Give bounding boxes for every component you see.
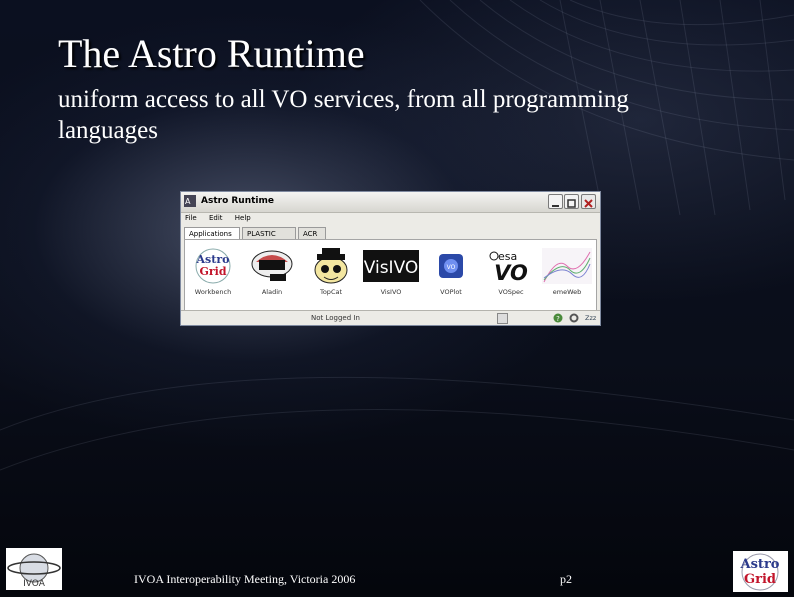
svg-text:IVOA: IVOA	[23, 579, 46, 589]
visivo-icon: VisIVO	[363, 246, 419, 286]
menu-file[interactable]: File	[185, 214, 197, 222]
app-topcat[interactable]: TopCat	[306, 246, 356, 296]
slide-subtitle: uniform access to all VO services, from …	[58, 86, 629, 144]
svg-text:Grid: Grid	[744, 572, 776, 587]
window-titlebar[interactable]: A Astro Runtime	[181, 192, 600, 213]
app-vospec[interactable]: esa VO VOSpec	[486, 246, 536, 296]
settings-icon[interactable]	[569, 313, 579, 323]
app-aladin[interactable]: Aladin	[247, 246, 297, 296]
page-number: p2	[560, 572, 572, 586]
app-label: TopCat	[319, 288, 343, 296]
app-label: VOSpec	[498, 288, 524, 296]
astrogrid-logo: Astro Grid	[733, 551, 788, 592]
slide-title: The Astro Runtime	[58, 31, 365, 76]
app-emeweb[interactable]: emeWeb	[542, 246, 592, 296]
help-icon[interactable]: ?	[553, 313, 563, 323]
minimize-button[interactable]	[548, 194, 563, 209]
app-voplot[interactable]: VO VOPlot	[426, 246, 476, 296]
emeweb-icon	[542, 246, 592, 286]
app-label: Workbench	[194, 288, 232, 296]
tab-acr[interactable]: ACR	[298, 227, 326, 239]
svg-text:Astro: Astro	[740, 557, 780, 572]
svg-text:VO: VO	[494, 261, 528, 285]
aladin-icon	[250, 246, 294, 286]
close-icon	[584, 199, 593, 208]
applications-panel: Astro Grid Workbench Aladin TopCat VisIVO…	[184, 239, 597, 311]
svg-text:?: ?	[556, 315, 560, 323]
idle-indicator: Zzz	[585, 314, 597, 322]
menu-bar: File Edit Help	[181, 213, 600, 226]
menu-edit[interactable]: Edit	[209, 214, 223, 222]
app-visivo[interactable]: VisIVO VisIVO	[363, 246, 419, 296]
app-label: VOPlot	[440, 288, 462, 296]
svg-text:A: A	[185, 197, 191, 206]
svg-text:VO: VO	[447, 264, 456, 271]
minimize-icon	[552, 205, 559, 207]
app-workbench[interactable]: Astro Grid Workbench	[188, 246, 238, 296]
astrogrid-icon: Astro Grid	[191, 246, 235, 286]
menu-help[interactable]: Help	[235, 214, 251, 222]
astro-runtime-window: A Astro Runtime File Edit Help Applicati…	[180, 191, 601, 326]
footer-text: IVOA Interoperability Meeting, Victoria …	[134, 572, 356, 586]
voplot-icon: VO	[429, 246, 473, 286]
app-icon: A	[184, 195, 196, 207]
app-label: Aladin	[261, 288, 283, 296]
window-title: Astro Runtime	[201, 196, 274, 206]
status-bar: Not Logged In ? Zzz	[181, 310, 600, 325]
svg-text:VisIVO: VisIVO	[364, 258, 419, 278]
app-label: emeWeb	[552, 288, 582, 296]
close-button[interactable]	[581, 194, 596, 209]
vospec-icon: esa VO	[489, 246, 533, 286]
app-label: VisIVO	[380, 288, 402, 296]
ivoa-logo: IVOA	[6, 548, 62, 590]
maximize-button[interactable]	[564, 194, 579, 209]
tab-plastic[interactable]: PLASTIC	[242, 227, 296, 239]
maximize-icon	[567, 199, 576, 208]
tab-applications[interactable]: Applications	[184, 227, 240, 239]
svg-text:Grid: Grid	[199, 265, 226, 278]
topcat-icon	[309, 246, 353, 286]
login-status: Not Logged In	[311, 314, 360, 322]
tab-bar: Applications PLASTIC ACR	[184, 226, 600, 240]
status-checkbox[interactable]	[497, 313, 508, 324]
